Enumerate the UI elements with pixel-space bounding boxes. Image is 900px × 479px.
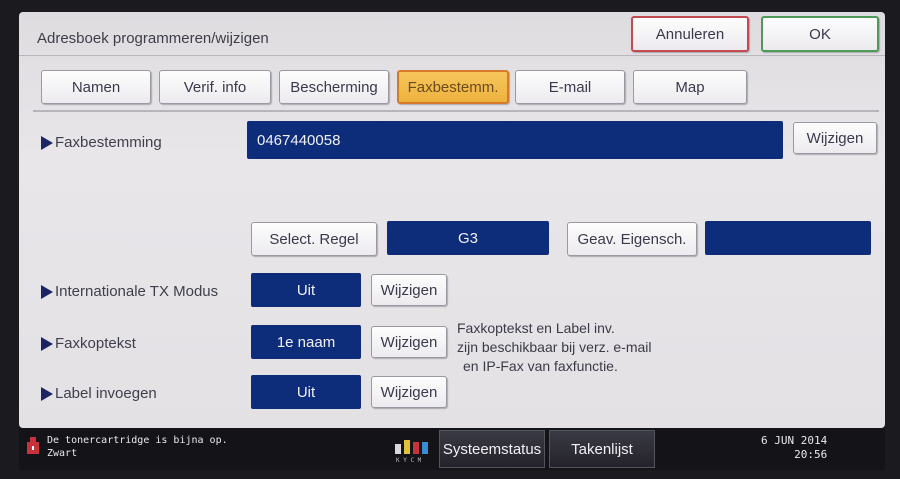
title-bar: Adresboek programmeren/wijzigen Annulere… xyxy=(19,12,885,56)
fax-destination-label: Faxbestemming xyxy=(55,134,162,151)
toner-warning-icon xyxy=(27,437,39,454)
tab-faxbestemm[interactable]: Faxbestemm. xyxy=(397,70,509,104)
svg-text:K Y C M: K Y C M xyxy=(396,457,422,464)
page-title: Adresboek programmeren/wijzigen xyxy=(37,30,269,47)
section-divider xyxy=(33,110,879,112)
cancel-button[interactable]: Annuleren xyxy=(631,16,749,52)
toner-message-text: De tonercartridge is bijna op. xyxy=(47,435,228,446)
play-arrow-icon xyxy=(41,336,53,351)
fax-destination-row-label: Faxbestemming xyxy=(41,134,162,151)
advanced-properties-value xyxy=(705,221,871,255)
toner-message: De tonercartridge is bijna op. Zwart xyxy=(47,434,228,460)
international-tx-label: Internationale TX Modus xyxy=(55,283,219,300)
tab-map[interactable]: Map xyxy=(633,70,747,104)
system-status-button[interactable]: Systeemstatus xyxy=(439,430,545,468)
insert-label-label: Label invoegen xyxy=(55,385,157,402)
fax-header-value: 1e naam xyxy=(251,325,361,359)
date-text: 6 JUN 2014 xyxy=(761,434,828,447)
tab-email[interactable]: E-mail xyxy=(515,70,625,104)
info-line: Faxkoptekst en Label inv. xyxy=(457,320,615,336)
international-tx-value: Uit xyxy=(251,273,361,307)
fax-header-row-label: Faxkoptekst xyxy=(41,335,136,352)
international-tx-change-button[interactable]: Wijzigen xyxy=(371,274,447,306)
kycm-toner-levels-icon: K Y C M xyxy=(395,440,428,464)
tab-bescherming[interactable]: Bescherming xyxy=(279,70,389,104)
info-line: en IP-Fax van faxfunctie. xyxy=(463,358,618,374)
play-arrow-icon xyxy=(41,284,53,299)
status-bar: De tonercartridge is bijna op. Zwart K Y… xyxy=(19,428,885,470)
tab-namen[interactable]: Namen xyxy=(41,70,151,104)
line-type-value: G3 xyxy=(387,221,549,255)
date-time: 6 JUN 2014 20:56 xyxy=(761,434,827,462)
address-book-screen: Adresboek programmeren/wijzigen Annulere… xyxy=(19,12,885,428)
ok-button[interactable]: OK xyxy=(761,16,879,52)
tab-verif-info[interactable]: Verif. info xyxy=(159,70,271,104)
play-arrow-icon xyxy=(41,386,53,401)
fax-destination-field[interactable]: 0467440058 xyxy=(247,121,783,159)
advanced-properties-button[interactable]: Geav. Eigensch. xyxy=(567,222,697,256)
play-arrow-icon xyxy=(41,135,53,150)
info-line: zijn beschikbaar bij verz. e-mail xyxy=(457,339,652,355)
select-line-button[interactable]: Select. Regel xyxy=(251,222,377,256)
info-note: Faxkoptekst en Label inv. zijn beschikba… xyxy=(457,319,652,376)
international-tx-row-label: Internationale TX Modus xyxy=(41,283,218,300)
fax-header-change-button[interactable]: Wijzigen xyxy=(371,326,447,358)
job-list-button[interactable]: Takenlijst xyxy=(549,430,655,468)
fax-destination-change-button[interactable]: Wijzigen xyxy=(793,122,877,154)
insert-label-row-label: Label invoegen xyxy=(41,385,157,402)
insert-label-value: Uit xyxy=(251,375,361,409)
time-text: 20:56 xyxy=(794,448,828,461)
fax-header-label: Faxkoptekst xyxy=(55,335,136,352)
toner-color-text: Zwart xyxy=(47,448,78,459)
insert-label-change-button[interactable]: Wijzigen xyxy=(371,376,447,408)
